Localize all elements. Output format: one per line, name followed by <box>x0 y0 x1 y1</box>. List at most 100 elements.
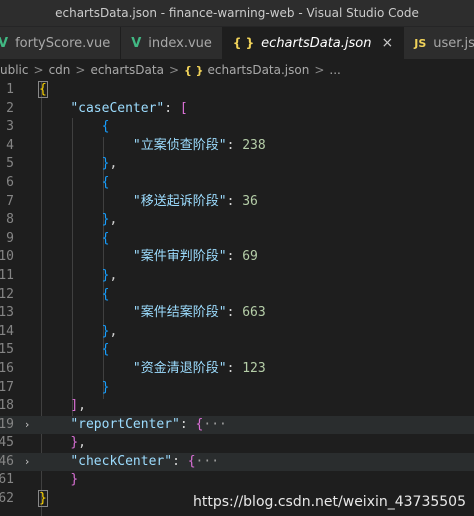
line-number: 2 <box>6 100 14 116</box>
code-token: } <box>70 472 79 488</box>
line-number: 11 <box>0 267 14 283</box>
breadcrumb-item[interactable]: ... <box>329 63 340 77</box>
fold-chevron-icon[interactable]: › <box>21 416 33 435</box>
breadcrumb-item[interactable]: cdn <box>49 63 71 77</box>
code-token: 69 <box>242 249 258 265</box>
code-text: "案件结案阶段": 663 <box>39 304 266 323</box>
chevron-right-icon: > <box>75 63 86 77</box>
chevron-right-icon: > <box>168 63 179 77</box>
tab-index-vue[interactable]: Vindex.vue <box>121 27 223 59</box>
code-text: "reportCenter": {··· <box>39 416 227 435</box>
code-line[interactable]: 11 }, <box>0 267 474 286</box>
code-token: ] <box>70 398 79 414</box>
code-line[interactable]: 5 }, <box>0 155 474 174</box>
code-text: { <box>39 341 110 360</box>
tab-echartsdata-json[interactable]: { } echartsData.json × <box>222 27 405 59</box>
fold-chevron-icon[interactable]: › <box>21 453 33 472</box>
code-line[interactable]: 12 { <box>0 286 474 305</box>
tab-fortyscore-vue[interactable]: VfortyScore.vue <box>0 27 122 59</box>
code-line[interactable]: 4 "立案侦查阶段": 238 <box>0 137 474 156</box>
code-text: } <box>39 379 110 398</box>
code-token: , <box>109 156 118 172</box>
tab-label: echartsData.json <box>261 35 372 51</box>
window-title: echartsData.json - finance-warning-web -… <box>0 0 474 27</box>
code-token: ··· <box>195 453 220 469</box>
code-line[interactable]: 17 } <box>0 379 474 398</box>
line-number: 1 <box>6 82 14 97</box>
code-text: }, <box>39 434 86 453</box>
code-line[interactable]: 9 { <box>0 230 474 249</box>
code-token: { <box>101 174 110 190</box>
code-token: : <box>226 193 243 209</box>
code-text: { <box>39 230 110 249</box>
code-line[interactable]: 15 { <box>0 341 474 360</box>
breadcrumb-item[interactable]: ublic <box>0 63 29 77</box>
code-line[interactable]: 19 › "reportCenter": {··· <box>0 415 474 435</box>
code-editor[interactable]: 1{2 "caseCenter": [3 {4 "立案侦查阶段": 238 5 }… <box>0 81 474 516</box>
code-token: 663 <box>242 305 266 321</box>
tab-user-js[interactable]: JS user.js <box>404 27 474 59</box>
breadcrumb-item[interactable]: echartsData.json <box>208 63 310 77</box>
code-text: "移送起诉阶段": 36 <box>39 193 258 212</box>
code-token: , <box>109 212 118 228</box>
code-line[interactable]: 61 } <box>0 471 474 490</box>
code-line[interactable]: 7 "移送起诉阶段": 36 <box>0 193 474 212</box>
line-number: 5 <box>6 156 14 172</box>
line-number: 16 <box>0 360 14 376</box>
chevron-right-icon: > <box>33 63 44 77</box>
line-number: 13 <box>0 305 14 321</box>
close-icon[interactable]: × <box>382 35 394 51</box>
code-token: : <box>226 137 243 153</box>
line-number: 15 <box>0 342 14 358</box>
code-token: { <box>101 119 110 135</box>
code-text: "caseCenter": [ <box>39 100 187 119</box>
code-line[interactable]: 14 }, <box>0 323 474 342</box>
code-text: ], <box>39 397 86 416</box>
code-text: "checkCenter": {··· <box>39 453 219 472</box>
breadcrumb: ublic > cdn > echartsData > { } echartsData.jso… <box>0 59 474 81</box>
vue-icon: V <box>131 35 142 51</box>
code-line[interactable]: 1{ <box>0 81 474 100</box>
code-line[interactable]: 13 "案件结案阶段": 663 <box>0 304 474 323</box>
code-line[interactable]: 8 }, <box>0 211 474 230</box>
code-text: }, <box>39 211 118 230</box>
code-token: } <box>101 379 110 395</box>
code-line[interactable]: 45 }, <box>0 434 474 453</box>
tab-label: fortyScore.vue <box>15 35 111 51</box>
line-number: 7 <box>6 193 14 209</box>
code-line[interactable]: 18 ], <box>0 397 474 416</box>
code-token: : <box>226 360 243 376</box>
breadcrumb-item[interactable]: echartsData <box>90 63 163 77</box>
code-token: "caseCenter" <box>70 100 165 116</box>
line-number: 45 <box>0 435 14 451</box>
code-line[interactable]: 16 "资金清退阶段": 123 <box>0 360 474 379</box>
code-line[interactable]: 6 { <box>0 174 474 193</box>
code-line[interactable]: 10 "案件审判阶段": 69 <box>0 248 474 267</box>
code-token: } <box>70 435 79 451</box>
code-token: , <box>78 435 86 451</box>
line-number: 62 <box>0 491 14 507</box>
code-line[interactable]: 2 "caseCenter": [ <box>0 100 474 119</box>
tab-label: user.js <box>433 35 474 51</box>
code-line[interactable]: 3 { <box>0 118 474 137</box>
code-line[interactable]: 46 › "checkCenter": {··· <box>0 452 474 472</box>
code-text: "资金清退阶段": 123 <box>39 360 266 379</box>
code-token: , <box>109 323 118 339</box>
code-token: { <box>101 230 110 246</box>
code-token: "资金清退阶段" <box>132 360 227 376</box>
code-token: 238 <box>242 137 266 153</box>
code-token: { <box>101 286 110 302</box>
watermark-url: https://blog.csdn.net/weixin_43735505 <box>192 494 466 510</box>
